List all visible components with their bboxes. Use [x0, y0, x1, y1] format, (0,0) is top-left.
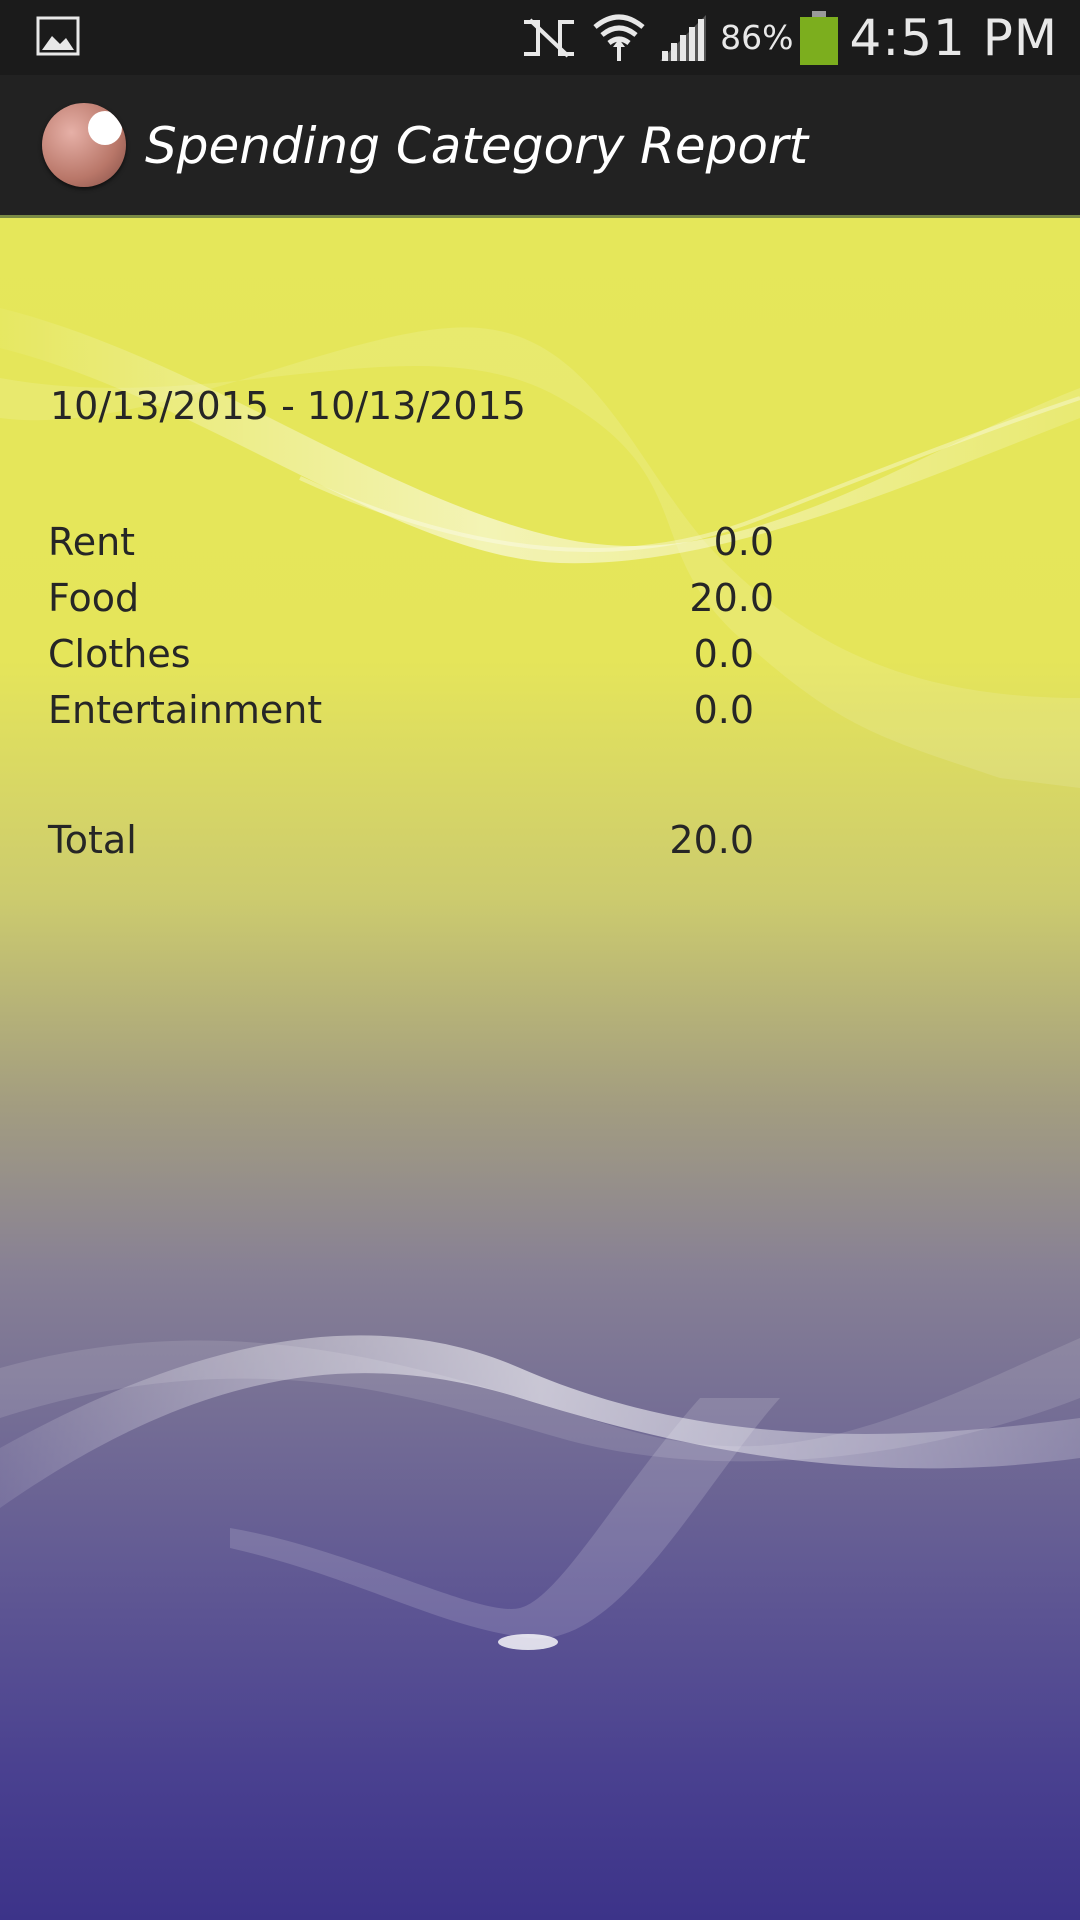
total-value: 20.0: [669, 818, 754, 862]
page-title: Spending Category Report: [145, 117, 809, 175]
category-label-food: Food: [48, 576, 140, 620]
coin-shine: [88, 111, 122, 145]
total-label: Total: [48, 818, 137, 862]
status-bar: 86% 4:51 PM: [0, 0, 1080, 75]
category-value-rent: 0.0: [713, 520, 774, 564]
status-clock: 4:51 PM: [849, 8, 1058, 67]
app-logo-coin-icon[interactable]: [42, 103, 126, 187]
battery-percent: 86%: [720, 18, 794, 57]
screen: 86% 4:51 PM Spending Category Report 10/…: [0, 0, 1080, 1920]
category-value-food: 20.0: [689, 576, 774, 620]
category-value-entertainment: 0.0: [693, 688, 754, 732]
nfc-off-icon: [524, 18, 575, 57]
background-waves: [0, 308, 1080, 1650]
category-label-rent: Rent: [48, 520, 136, 564]
battery-icon: [799, 10, 838, 65]
gallery-notification-icon: [36, 16, 80, 56]
wifi-icon: [593, 14, 645, 61]
action-bar: Spending Category Report: [0, 75, 1080, 218]
category-label-clothes: Clothes: [48, 632, 191, 676]
status-icons: 86% 4:51 PM: [518, 0, 1058, 75]
category-label-entertainment: Entertainment: [48, 688, 323, 732]
signal-icon: [660, 14, 707, 61]
date-range: 10/13/2015 - 10/13/2015: [50, 384, 526, 428]
report-content: 10/13/2015 - 10/13/2015 Rent 0.0 Food 20…: [0, 218, 1080, 1920]
category-value-clothes: 0.0: [693, 632, 754, 676]
